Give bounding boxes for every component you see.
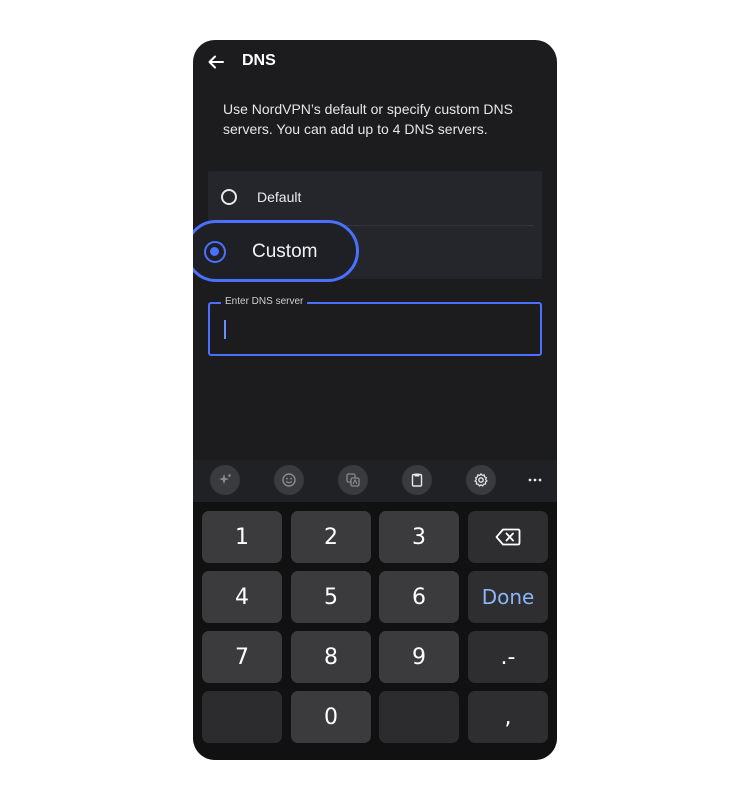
key-4[interactable]: 4 — [202, 571, 282, 623]
key-3[interactable]: 3 — [379, 511, 459, 563]
settings-gear-icon — [474, 473, 488, 487]
dns-settings-screen: DNS Use NordVPN’s default or specify cus… — [193, 40, 557, 760]
option-custom[interactable]: Custom — [193, 220, 359, 282]
radio-selected-icon — [204, 241, 226, 263]
text-cursor — [224, 320, 226, 339]
comma-key[interactable]: , — [468, 691, 548, 743]
clipboard-button[interactable] — [402, 465, 432, 495]
top-app-bar: DNS — [193, 40, 557, 84]
numeric-keyboard: 1 2 3 4 5 6 Done 7 8 9 .- 0 , — [193, 502, 557, 760]
blank-key-left — [202, 691, 282, 743]
blank-key-right — [379, 691, 459, 743]
more-dots-glyph — [528, 478, 542, 482]
key-2[interactable]: 2 — [291, 511, 371, 563]
sparkle-button[interactable] — [210, 465, 240, 495]
key-0[interactable]: 0 — [291, 691, 371, 743]
dns-server-field[interactable]: Enter DNS server — [208, 295, 542, 356]
backspace-icon — [495, 528, 521, 546]
translate-icon — [346, 473, 360, 487]
option-default-label: Default — [257, 189, 302, 205]
translate-button[interactable] — [338, 465, 368, 495]
key-1[interactable]: 1 — [202, 511, 282, 563]
more-dots-icon[interactable] — [523, 465, 547, 495]
keyboard-toolbar — [193, 460, 557, 502]
key-7[interactable]: 7 — [202, 631, 282, 683]
clipboard-icon — [411, 473, 423, 487]
key-9[interactable]: 9 — [379, 631, 459, 683]
arrow-left-icon — [208, 55, 224, 69]
sparkle-icon — [219, 474, 231, 484]
done-key[interactable]: Done — [468, 571, 548, 623]
dns-description: Use NordVPN’s default or specify custom … — [223, 101, 513, 137]
dns-server-field-label: Enter DNS server — [221, 295, 308, 309]
backspace-key[interactable] — [468, 511, 548, 563]
dot-dash-key[interactable]: .- — [468, 631, 548, 683]
key-6[interactable]: 6 — [379, 571, 459, 623]
option-default[interactable]: Default — [208, 171, 542, 225]
key-8[interactable]: 8 — [291, 631, 371, 683]
page-title: DNS — [242, 52, 276, 69]
settings-button[interactable] — [466, 465, 496, 495]
radio-unselected-icon — [221, 189, 237, 205]
emoji-button[interactable] — [274, 465, 304, 495]
dns-server-input[interactable] — [220, 316, 526, 342]
key-5[interactable]: 5 — [291, 571, 371, 623]
emoji-icon — [282, 473, 296, 487]
option-custom-label: Custom — [252, 241, 318, 262]
back-button[interactable] — [205, 51, 227, 73]
